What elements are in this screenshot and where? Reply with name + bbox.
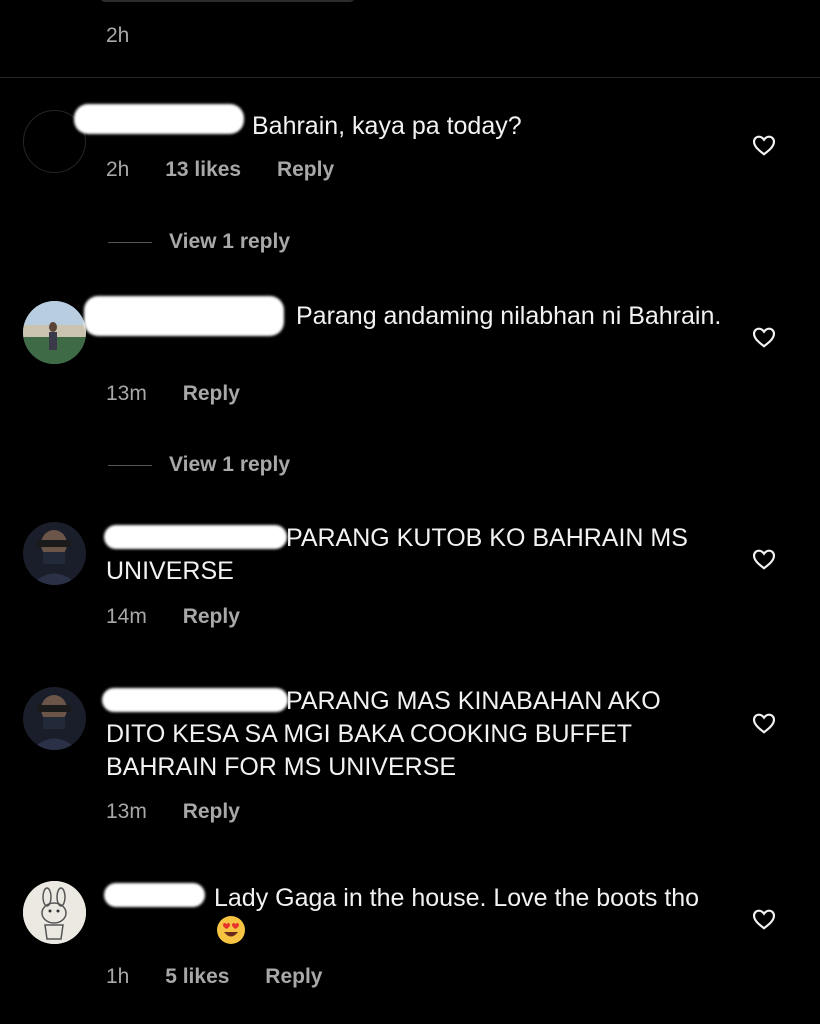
comment-time: 14m [106, 605, 147, 628]
comment-text: Parang andaming nilabhan ni Bahrain. [106, 300, 726, 333]
like-heart-icon[interactable] [751, 132, 777, 158]
comment-meta: 2h 13 likes Reply [106, 158, 364, 182]
view-replies-label: View 1 reply [169, 230, 291, 253]
heart-eyes-emoji-icon [108, 915, 245, 945]
comment-meta: 13m Reply [106, 800, 270, 824]
comment-text: Lady Gaga in the house. Love the boots t… [106, 882, 726, 948]
view-replies-label: View 1 reply [169, 453, 291, 476]
like-heart-icon[interactable] [751, 324, 777, 350]
avatar[interactable] [23, 522, 86, 585]
comment-time: 13m [106, 382, 147, 405]
like-heart-icon[interactable] [751, 906, 777, 932]
previous-comment-time: 2h [106, 24, 130, 47]
reply-button[interactable]: Reply [277, 158, 334, 182]
comment-meta: 14m Reply [106, 605, 270, 629]
replies-line [108, 464, 152, 466]
comment-time: 1h [106, 965, 130, 988]
comment-body: Bahrain, kaya pa today? [252, 112, 522, 140]
reply-button[interactable]: Reply [265, 965, 322, 989]
reply-button[interactable]: Reply [183, 382, 240, 406]
like-heart-icon[interactable] [751, 546, 777, 572]
replies-line [108, 241, 152, 243]
reply-button[interactable]: Reply [183, 605, 240, 629]
comment-body: PARANG MAS KINABAHAN AKO DITO KESA SA MG… [106, 687, 661, 781]
comment-time: 13m [106, 800, 147, 823]
comment-text: PARANG MAS KINABAHAN AKO DITO KESA SA MG… [106, 685, 726, 784]
view-replies-button[interactable]: View 1 reply [108, 230, 290, 254]
comment-text: PARANG KUTOB KO BAHRAIN MS UNIVERSE [106, 522, 726, 588]
avatar[interactable] [23, 301, 86, 364]
comments-screen: 2h Bahrain, kaya pa today? 2h 13 likes R… [0, 0, 820, 1024]
likes-count[interactable]: 13 likes [165, 158, 241, 182]
comment-body: Lady Gaga in the house. Love the boots t… [214, 884, 700, 912]
comment-text: Bahrain, kaya pa today? [106, 110, 726, 143]
comment-body: Parang andaming nilabhan ni Bahrain. [296, 302, 722, 330]
avatar[interactable] [23, 687, 86, 750]
avatar[interactable] [23, 881, 86, 944]
like-heart-icon[interactable] [751, 710, 777, 736]
likes-count[interactable]: 5 likes [165, 965, 229, 989]
comment-time: 2h [106, 158, 130, 181]
divider [0, 77, 820, 78]
comment-meta: 1h 5 likes Reply [106, 965, 352, 989]
reply-button[interactable]: Reply [183, 800, 240, 824]
comment-meta: 13m Reply [106, 382, 270, 406]
previous-comment-text-fragment [100, 0, 355, 2]
comment-body: PARANG KUTOB KO BAHRAIN MS UNIVERSE [106, 524, 688, 585]
view-replies-button[interactable]: View 1 reply [108, 453, 290, 477]
